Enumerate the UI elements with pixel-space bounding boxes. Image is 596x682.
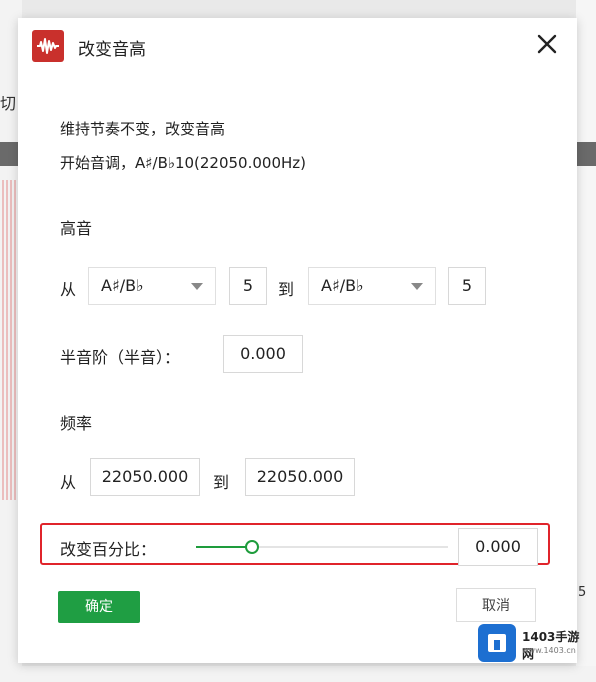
percent-slider-fill [196, 546, 251, 548]
frequency-from-field[interactable]: 22050.000 [90, 458, 200, 496]
semitone-label: 半音阶（半音）： [60, 348, 181, 367]
frequency-to-label: 到 [213, 473, 230, 492]
from-note-value: A♯/B♭ [101, 276, 144, 295]
semitone-field[interactable]: 0.000 [223, 335, 303, 373]
change-pitch-dialog: 改变音高 维持节奏不变，改变音高 开始音调，A♯/B♭10(22050.000H… [18, 18, 577, 663]
background-number: 5 [578, 585, 587, 600]
to-note-select[interactable]: A♯/B♭ [308, 267, 436, 305]
background-toolbar-right [576, 142, 596, 166]
description-line-2: 开始音调，A♯/B♭10(22050.000Hz) [60, 154, 306, 172]
background-bottom-bar [0, 666, 596, 682]
frequency-section-title: 频率 [60, 414, 93, 433]
dialog-titlebar: 改变音高 [18, 18, 577, 72]
chevron-down-icon [191, 283, 203, 290]
ok-button[interactable]: 确定 [58, 591, 140, 623]
background-right-panel: 5 [576, 0, 596, 682]
close-icon[interactable] [535, 32, 559, 56]
chevron-down-icon [411, 283, 423, 290]
frequency-from-label: 从 [60, 473, 77, 492]
background-waveform [2, 180, 18, 500]
watermark-subtext: www.1403.cn [522, 646, 576, 655]
description-line-1: 维持节奏不变，改变音高 [60, 120, 226, 138]
percent-field[interactable]: 0.000 [458, 528, 538, 566]
dialog-title: 改变音高 [78, 40, 146, 60]
percent-label: 改变百分比： [60, 540, 157, 559]
pitch-section-title: 高音 [60, 219, 93, 238]
percent-slider-handle[interactable] [245, 540, 259, 554]
watermark-logo-icon [478, 624, 516, 662]
to-octave-field[interactable]: 5 [448, 267, 486, 305]
cancel-button[interactable]: 取消 [456, 588, 536, 622]
to-note-value: A♯/B♭ [321, 276, 364, 295]
from-octave-field[interactable]: 5 [229, 267, 267, 305]
background-label: 切 [0, 94, 17, 113]
pitch-from-label: 从 [60, 280, 77, 299]
frequency-to-field[interactable]: 22050.000 [245, 458, 355, 496]
watermark-text: 1403手游网 [522, 630, 580, 661]
site-watermark: 1403手游网 www.1403.cn [478, 624, 590, 664]
pitch-to-label: 到 [278, 280, 295, 299]
waveform-app-icon [32, 30, 64, 62]
from-note-select[interactable]: A♯/B♭ [88, 267, 216, 305]
